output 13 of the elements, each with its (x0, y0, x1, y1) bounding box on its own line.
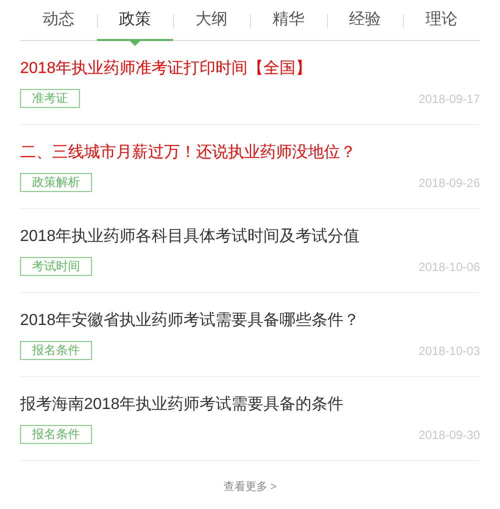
article-title[interactable]: 报考海南2018年执业药师考试需要具备的条件 (20, 394, 480, 416)
article-title[interactable]: 二、三线城市月薪过万！还说执业药师没地位？ (20, 142, 480, 164)
tab[interactable]: 政策 (96, 0, 174, 40)
more-link[interactable]: 查看更多 > (223, 479, 277, 496)
active-tab-pointer-icon (130, 41, 140, 46)
article-title[interactable]: 2018年安徽省执业药师考试需要具备哪些条件？ (20, 310, 480, 332)
tab[interactable]: 大纲 (173, 0, 250, 40)
tab[interactable]: 理论 (403, 0, 480, 40)
article-title[interactable]: 2018年执业药师各科目具体考试时间及考试分值 (20, 226, 480, 248)
tab[interactable]: 经验 (326, 0, 404, 40)
tab[interactable]: 动态 (20, 0, 97, 40)
tab[interactable]: 精华 (250, 0, 327, 40)
article-title[interactable]: 2018年执业药师准考证打印时间【全国】 (20, 58, 480, 80)
